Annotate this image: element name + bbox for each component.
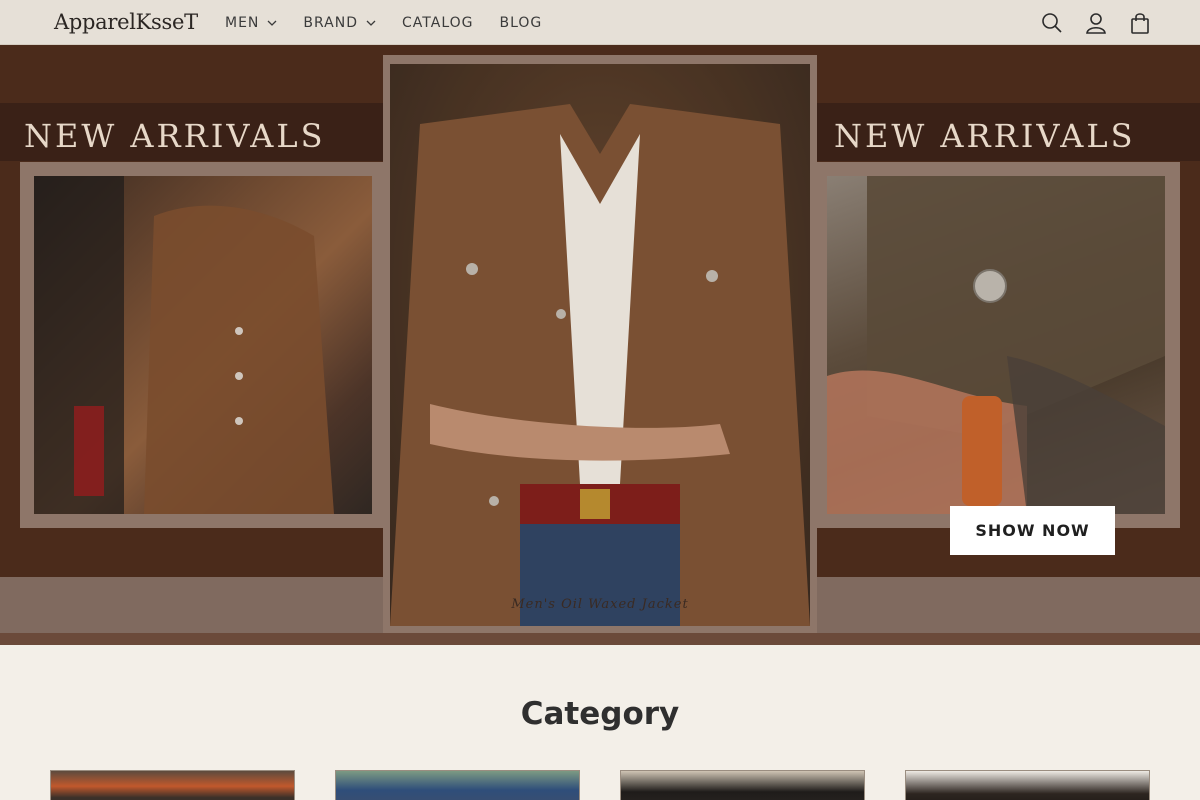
nav-item-label: BLOG	[499, 14, 543, 31]
category-card[interactable]	[335, 770, 580, 800]
show-now-button[interactable]: SHOW NOW	[950, 506, 1115, 555]
right-photo	[827, 176, 1165, 514]
nav-item-catalog[interactable]: CATALOG	[402, 15, 473, 31]
chevron-down-icon	[366, 20, 376, 26]
hero-banner[interactable]: NEW ARRIVALS NEW ARRIVALS Men's Oil Waxe…	[0, 45, 1200, 645]
site-logo[interactable]: ApparelKsseT	[54, 10, 198, 34]
chevron-down-icon	[267, 20, 277, 26]
search-icon[interactable]	[1040, 11, 1064, 35]
account-icon[interactable]	[1084, 11, 1108, 35]
left-photo	[34, 176, 372, 514]
category-card[interactable]	[620, 770, 865, 800]
site-header: ApparelKsseT MEN BRAND CATALOG BLOG	[0, 0, 1200, 45]
nav-item-label: MEN	[225, 14, 260, 31]
category-card[interactable]	[50, 770, 295, 800]
nav-item-men[interactable]: MEN	[225, 15, 277, 31]
nav-item-blog[interactable]: BLOG	[500, 15, 543, 31]
hero-title-left: NEW ARRIVALS	[24, 117, 326, 155]
cart-icon[interactable]	[1128, 11, 1152, 35]
hero-title-right: NEW ARRIVALS	[834, 117, 1136, 155]
nav-item-label: BRAND	[303, 14, 359, 31]
hero-caption: Men's Oil Waxed Jacket	[511, 597, 689, 612]
main-nav: MEN BRAND CATALOG BLOG	[225, 0, 568, 45]
nav-item-brand[interactable]: BRAND	[303, 15, 376, 31]
center-photo	[390, 64, 810, 626]
category-card[interactable]	[905, 770, 1150, 800]
nav-item-label: CATALOG	[402, 14, 474, 31]
category-title: Category	[520, 696, 680, 732]
header-icons	[1020, 0, 1152, 45]
hero-bottom-line	[0, 633, 1200, 645]
